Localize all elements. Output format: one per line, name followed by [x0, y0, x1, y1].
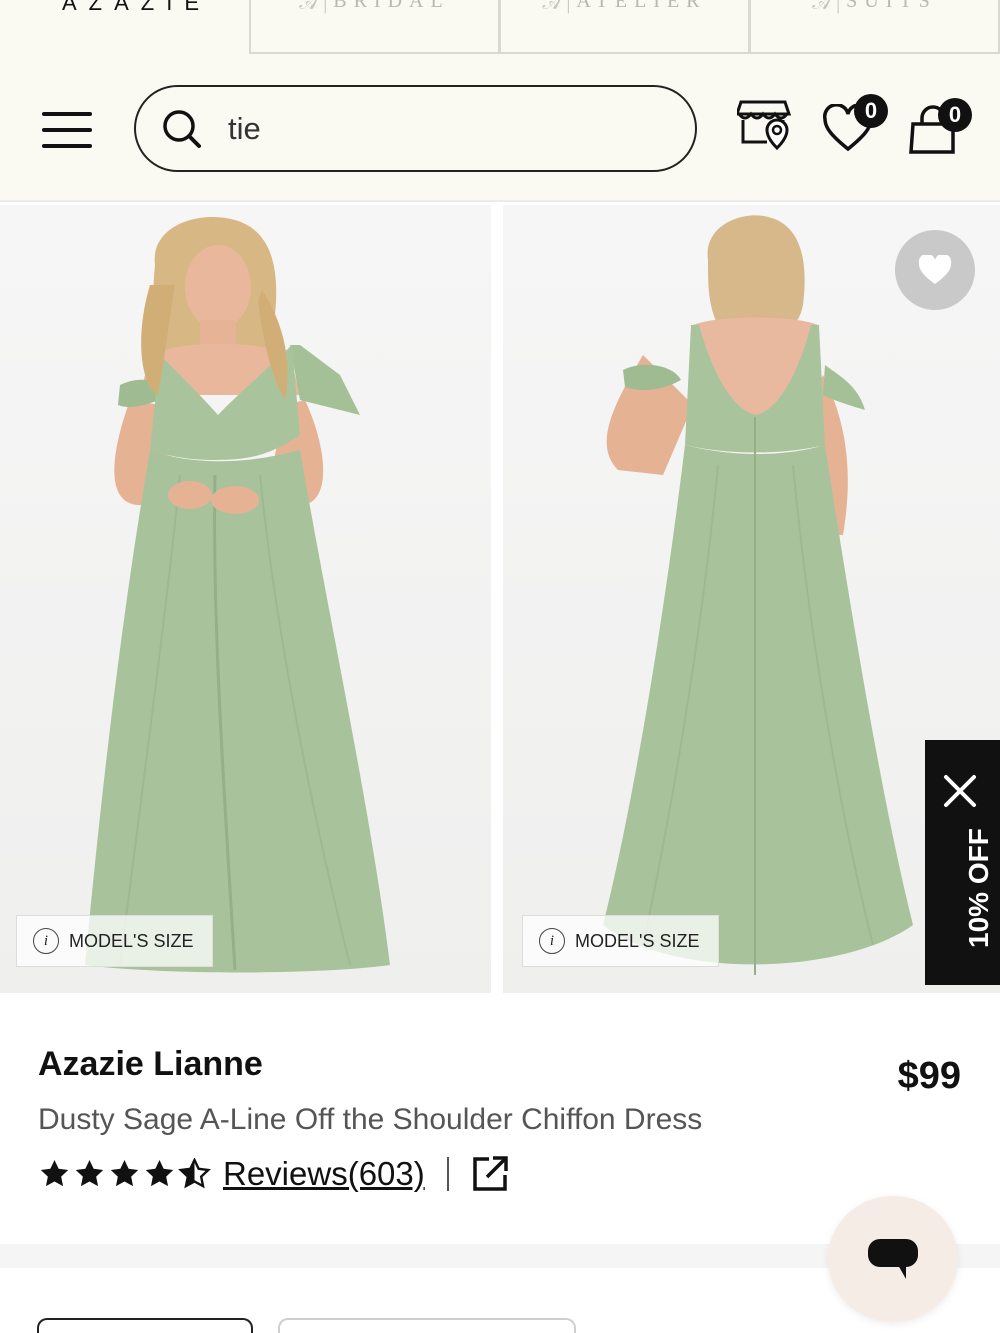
tab-label: SUITS: [846, 0, 937, 12]
tab-label: ATELIER: [576, 0, 707, 12]
star-icon: [145, 1160, 174, 1187]
brand-mark-icon: 𝒜 |: [812, 0, 841, 14]
option-tab[interactable]: [37, 1318, 253, 1333]
models-size-button[interactable]: i MODEL'S SIZE: [16, 915, 213, 967]
chat-icon: [868, 1239, 918, 1279]
star-icon: [75, 1160, 104, 1187]
reviews-link[interactable]: Reviews(603): [223, 1155, 425, 1193]
cart-count-badge: 0: [938, 98, 972, 132]
promo-text: 10% OFF: [963, 828, 994, 948]
rating-row: Reviews(603): [38, 1152, 509, 1196]
info-icon: i: [539, 928, 565, 954]
divider: [446, 1157, 449, 1191]
hamburger-icon-line: [42, 128, 92, 132]
hamburger-icon-line: [42, 144, 92, 148]
brand-logo[interactable]: AZAZIE: [62, 0, 211, 16]
models-size-button[interactable]: i MODEL'S SIZE: [522, 915, 719, 967]
discount-promo-tab[interactable]: 10% OFF: [925, 740, 1000, 985]
external-link-icon[interactable]: [471, 1155, 509, 1193]
wishlist-count-badge: 0: [854, 94, 888, 128]
product-image-front[interactable]: i MODEL'S SIZE: [0, 205, 491, 993]
tab-atelier[interactable]: 𝒜 | ATELIER: [499, 0, 750, 54]
brand-mark-icon: 𝒜 |: [299, 0, 328, 14]
product-description: Dusty Sage A-Line Off the Shoulder Chiff…: [38, 1103, 703, 1136]
product-name: Azazie Lianne: [38, 1045, 263, 1083]
models-size-label: MODEL'S SIZE: [69, 930, 194, 951]
heart-icon: [918, 255, 952, 284]
tab-label: BRIDAL: [333, 0, 450, 12]
hamburger-icon: [42, 112, 92, 116]
close-icon[interactable]: [942, 773, 978, 809]
site-header: 0 0: [0, 56, 1000, 202]
search-icon[interactable]: [162, 109, 202, 149]
brand-strip: AZAZIE 𝒜 | BRIDAL 𝒜 | ATELIER 𝒜 | SUITS: [0, 0, 1000, 56]
search-input[interactable]: [228, 105, 668, 153]
star-half-icon: [178, 1158, 211, 1189]
menu-button[interactable]: [42, 112, 92, 148]
brand-mark-icon: 𝒜 |: [542, 0, 571, 14]
models-size-label: MODEL'S SIZE: [575, 930, 700, 951]
info-icon: i: [33, 928, 59, 954]
star-icon: [110, 1160, 139, 1187]
star-icon: [40, 1160, 69, 1187]
product-price: $99: [897, 1055, 961, 1097]
add-to-favorites-button[interactable]: [895, 230, 975, 310]
option-tab[interactable]: [278, 1318, 576, 1333]
tab-suits[interactable]: 𝒜 | SUITS: [749, 0, 1000, 54]
tab-bridal[interactable]: 𝒜 | BRIDAL: [249, 0, 500, 54]
search-bar[interactable]: [134, 85, 697, 172]
star-rating: [38, 1158, 213, 1190]
store-locator-button[interactable]: [734, 98, 793, 159]
chat-button[interactable]: [828, 1196, 958, 1322]
store-locator-icon: [734, 100, 792, 151]
dress-front-illustration: [85, 217, 390, 973]
wishlist-button[interactable]: 0: [822, 94, 888, 157]
cart-button[interactable]: 0: [908, 98, 972, 161]
